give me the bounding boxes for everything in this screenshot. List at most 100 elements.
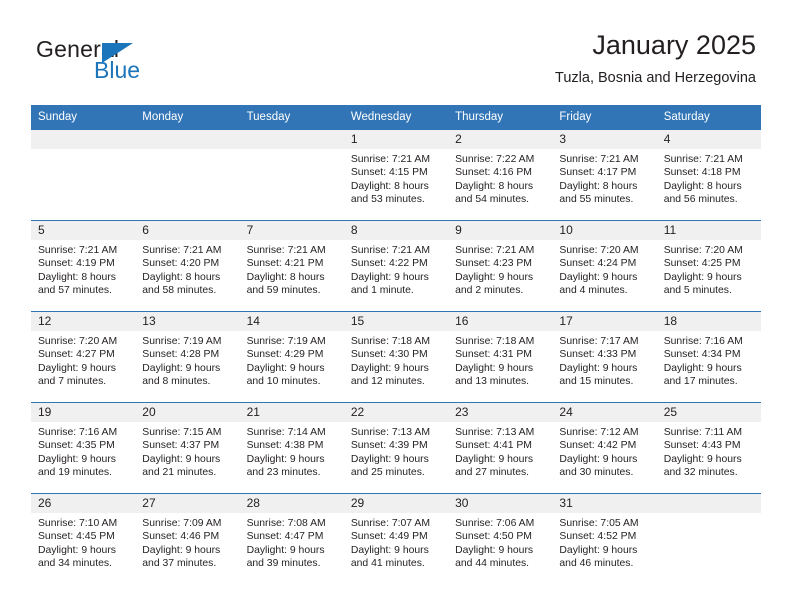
calendar-day-cell[interactable]: 25 Sunrise: 7:11 AM Sunset: 4:43 PM Dayligh… — [656, 402, 761, 494]
calendar-day-cell[interactable]: 4 Sunrise: 7:21 AM Sunset: 4:18 PM Daylight… — [656, 129, 761, 221]
sunset-text: Sunset: 4:21 PM — [246, 258, 324, 270]
day-cell-inner: 19 Sunrise: 7:16 AM Sunset: 4:35 PM Dayligh… — [31, 403, 136, 493]
day-cell-inner: 2 Sunrise: 7:22 AM Sunset: 4:16 PM Daylight… — [448, 130, 553, 220]
daylight-text-line2: and 41 minutes. — [350, 558, 425, 570]
calendar-day-cell[interactable]: 28 Sunrise: 7:08 AM Sunset: 4:47 PM Dayligh… — [239, 493, 344, 584]
day-cell-inner: 29 Sunrise: 7:07 AM Sunset: 4:49 PM Dayligh… — [343, 494, 449, 584]
sunrise-text: Sunrise: 7:09 AM — [142, 518, 222, 529]
day-cell-inner: 10 Sunrise: 7:20 AM Sunset: 4:24 PM Dayligh… — [552, 221, 657, 311]
day-number: 28 — [239, 494, 344, 513]
sunrise-text: Sunrise: 7:08 AM — [246, 518, 326, 529]
calendar-day-cell[interactable]: 2 Sunrise: 7:22 AM Sunset: 4:16 PM Daylight… — [448, 129, 553, 221]
calendar-day-cell[interactable]: 14 Sunrise: 7:19 AM Sunset: 4:29 PM Dayligh… — [239, 311, 344, 403]
sunrise-text: Sunrise: 7:20 AM — [663, 245, 743, 256]
day-number: 14 — [239, 312, 344, 331]
weekday-header-saturday: Saturday — [656, 105, 761, 130]
calendar-day-cell[interactable]: 23 Sunrise: 7:13 AM Sunset: 4:41 PM Dayligh… — [448, 402, 553, 494]
calendar-day-cell[interactable]: 24 Sunrise: 7:12 AM Sunset: 4:42 PM Dayligh… — [552, 402, 657, 494]
daylight-text-line1: Daylight: 9 hours — [350, 362, 429, 374]
day-number: 11 — [656, 221, 761, 240]
calendar-day-cell[interactable]: 17 Sunrise: 7:17 AM Sunset: 4:33 PM Dayligh… — [552, 311, 657, 403]
sunrise-text: Sunrise: 7:21 AM — [455, 245, 535, 256]
day-sun-info: Sunrise: 7:21 AM Sunset: 4:19 PM Daylight:… — [31, 240, 135, 298]
day-cell-inner: 7 Sunrise: 7:21 AM Sunset: 4:21 PM Daylight… — [239, 221, 344, 311]
daylight-text-line1: Daylight: 9 hours — [663, 271, 742, 283]
calendar-day-cell[interactable]: 3 Sunrise: 7:21 AM Sunset: 4:17 PM Daylight… — [552, 129, 657, 221]
calendar-day-cell[interactable]: 18 Sunrise: 7:16 AM Sunset: 4:34 PM Dayligh… — [656, 311, 761, 403]
day-number: 16 — [448, 312, 553, 331]
day-cell-inner: 3 Sunrise: 7:21 AM Sunset: 4:17 PM Daylight… — [552, 130, 657, 220]
calendar-day-cell[interactable]: 9 Sunrise: 7:21 AM Sunset: 4:23 PM Daylight… — [448, 220, 553, 312]
sunrise-text: Sunrise: 7:21 AM — [246, 245, 326, 256]
calendar-day-cell[interactable]: 1 Sunrise: 7:21 AM Sunset: 4:15 PM Daylight… — [343, 129, 449, 221]
day-sun-info: Sunrise: 7:22 AM Sunset: 4:16 PM Daylight:… — [448, 149, 552, 207]
weekday-header-row: Sunday Monday Tuesday Wednesday Thursday… — [31, 105, 761, 130]
daylight-text-line2: and 53 minutes. — [350, 194, 425, 206]
daylight-text-line2: and 2 minutes. — [455, 285, 524, 297]
daylight-text-line1: Daylight: 9 hours — [246, 362, 325, 374]
daylight-text-line1: Daylight: 9 hours — [663, 362, 742, 374]
calendar-day-cell[interactable]: 27 Sunrise: 7:09 AM Sunset: 4:46 PM Dayligh… — [135, 493, 240, 584]
daylight-text-line1: Daylight: 8 hours — [142, 271, 221, 283]
calendar-day-cell[interactable]: 26 Sunrise: 7:10 AM Sunset: 4:45 PM Dayligh… — [31, 493, 136, 584]
day-number: 3 — [552, 130, 657, 149]
sunrise-text: Sunrise: 7:21 AM — [350, 245, 430, 256]
daylight-text-line2: and 4 minutes. — [559, 285, 628, 297]
sunrise-text: Sunrise: 7:21 AM — [142, 245, 222, 256]
sunrise-text: Sunrise: 7:16 AM — [663, 336, 743, 347]
sunset-text: Sunset: 4:17 PM — [559, 167, 637, 179]
calendar-day-cell[interactable]: 6 Sunrise: 7:21 AM Sunset: 4:20 PM Daylight… — [135, 220, 240, 312]
weekday-header-sunday: Sunday — [31, 105, 136, 130]
day-number: 18 — [656, 312, 761, 331]
daylight-text-line2: and 1 minute. — [350, 285, 414, 297]
calendar-day-cell[interactable]: 20 Sunrise: 7:15 AM Sunset: 4:37 PM Dayligh… — [135, 402, 240, 494]
daylight-text-line1: Daylight: 9 hours — [559, 271, 638, 283]
logo-text-blue: Blue — [94, 57, 141, 83]
daylight-text-line2: and 19 minutes. — [38, 467, 112, 479]
calendar-day-cell[interactable]: 29 Sunrise: 7:07 AM Sunset: 4:49 PM Dayligh… — [343, 493, 449, 584]
day-number — [656, 494, 761, 513]
day-number: 15 — [343, 312, 449, 331]
calendar-day-cell[interactable]: 12 Sunrise: 7:20 AM Sunset: 4:27 PM Dayligh… — [31, 311, 136, 403]
calendar-day-cell[interactable]: 11 Sunrise: 7:20 AM Sunset: 4:25 PM Dayligh… — [656, 220, 761, 312]
day-cell-inner: 16 Sunrise: 7:18 AM Sunset: 4:31 PM Dayligh… — [448, 312, 553, 402]
calendar-day-cell[interactable]: 30 Sunrise: 7:06 AM Sunset: 4:50 PM Dayligh… — [448, 493, 553, 584]
daylight-text-line2: and 54 minutes. — [455, 194, 530, 206]
calendar-week-row: 5 Sunrise: 7:21 AM Sunset: 4:19 PM Daylight… — [31, 220, 761, 312]
daylight-text-line1: Daylight: 9 hours — [142, 362, 221, 374]
calendar-day-cell[interactable]: 22 Sunrise: 7:13 AM Sunset: 4:39 PM Dayligh… — [343, 402, 449, 494]
day-number: 8 — [343, 221, 449, 240]
day-number: 22 — [343, 403, 449, 422]
day-number: 17 — [552, 312, 657, 331]
calendar-day-cell[interactable]: 8 Sunrise: 7:21 AM Sunset: 4:22 PM Daylight… — [343, 220, 449, 312]
calendar-day-cell[interactable]: 16 Sunrise: 7:18 AM Sunset: 4:31 PM Dayligh… — [448, 311, 553, 403]
daylight-text-line1: Daylight: 9 hours — [246, 544, 325, 556]
daylight-text-line1: Daylight: 9 hours — [38, 453, 116, 465]
title-block: January 2025 Tuzla, Bosnia and Herzegovi… — [555, 28, 756, 88]
daylight-text-line2: and 56 minutes. — [663, 194, 738, 206]
daylight-text-line2: and 46 minutes. — [559, 558, 634, 570]
daylight-text-line1: Daylight: 9 hours — [38, 362, 116, 374]
daylight-text-line1: Daylight: 9 hours — [559, 453, 638, 465]
calendar-day-cell[interactable]: 13 Sunrise: 7:19 AM Sunset: 4:28 PM Dayligh… — [135, 311, 240, 403]
calendar-day-cell[interactable]: 5 Sunrise: 7:21 AM Sunset: 4:19 PM Daylight… — [31, 220, 136, 312]
day-cell-inner: 20 Sunrise: 7:15 AM Sunset: 4:37 PM Dayligh… — [135, 403, 240, 493]
general-blue-logo[interactable]: General Blue — [36, 36, 216, 86]
day-sun-info: Sunrise: 7:13 AM Sunset: 4:41 PM Daylight:… — [448, 422, 552, 480]
daylight-text-line1: Daylight: 9 hours — [455, 271, 534, 283]
calendar-day-cell[interactable]: 21 Sunrise: 7:14 AM Sunset: 4:38 PM Dayligh… — [239, 402, 344, 494]
daylight-text-line1: Daylight: 9 hours — [350, 544, 429, 556]
calendar-cell-empty — [135, 129, 240, 221]
day-sun-info: Sunrise: 7:06 AM Sunset: 4:50 PM Daylight:… — [448, 513, 552, 571]
sunrise-text: Sunrise: 7:13 AM — [350, 427, 430, 438]
day-sun-info: Sunrise: 7:14 AM Sunset: 4:38 PM Daylight:… — [240, 422, 344, 480]
calendar-day-cell[interactable]: 7 Sunrise: 7:21 AM Sunset: 4:21 PM Daylight… — [239, 220, 344, 312]
day-sun-info: Sunrise: 7:21 AM Sunset: 4:20 PM Daylight:… — [135, 240, 239, 298]
sunset-text: Sunset: 4:15 PM — [350, 167, 428, 179]
calendar-day-cell[interactable]: 31 Sunrise: 7:05 AM Sunset: 4:52 PM Dayligh… — [552, 493, 657, 584]
calendar-day-cell[interactable]: 15 Sunrise: 7:18 AM Sunset: 4:30 PM Dayligh… — [343, 311, 449, 403]
day-number: 21 — [239, 403, 344, 422]
day-sun-info: Sunrise: 7:16 AM Sunset: 4:35 PM Daylight:… — [31, 422, 135, 480]
calendar-day-cell[interactable]: 10 Sunrise: 7:20 AM Sunset: 4:24 PM Dayligh… — [552, 220, 657, 312]
calendar-day-cell[interactable]: 19 Sunrise: 7:16 AM Sunset: 4:35 PM Dayligh… — [31, 402, 136, 494]
